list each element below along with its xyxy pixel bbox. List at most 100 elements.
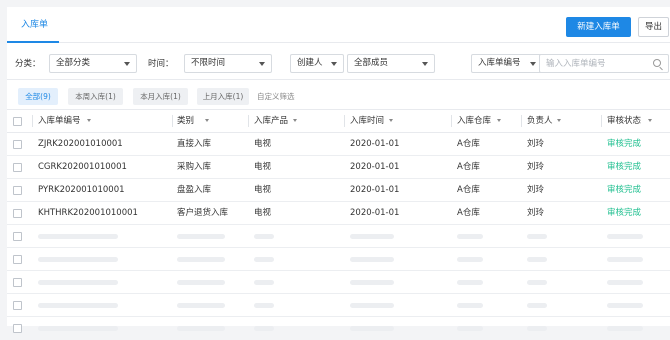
column-header-type[interactable]: 类别 bbox=[177, 110, 194, 132]
placeholder-bar bbox=[607, 280, 643, 285]
cell-type: 客户退货入库 bbox=[177, 208, 229, 218]
new-stock-in-button[interactable]: 新建入库单 bbox=[566, 17, 631, 37]
placeholder-bar bbox=[177, 234, 225, 239]
placeholder-bar bbox=[457, 257, 483, 262]
placeholder-bar bbox=[254, 234, 274, 239]
cell-code[interactable]: CGRK202001010001 bbox=[38, 156, 127, 179]
cell-product: 电视 bbox=[254, 185, 272, 195]
row-checkbox[interactable] bbox=[13, 255, 22, 264]
cell-type: 采购入库 bbox=[177, 162, 212, 172]
search-input[interactable] bbox=[540, 55, 648, 72]
status-badge: 审核完成 bbox=[607, 139, 642, 149]
tab-stock-in[interactable]: 入库单 bbox=[7, 7, 62, 43]
cell-owner: 刘玲 bbox=[527, 208, 545, 218]
sort-icon[interactable] bbox=[648, 119, 652, 122]
placeholder-bar bbox=[607, 303, 643, 308]
placeholder-bar bbox=[350, 234, 394, 239]
cell-code[interactable]: KHTHRK202001010001 bbox=[38, 202, 138, 225]
cell-code[interactable]: PYRK202001010001 bbox=[38, 179, 125, 202]
table-row[interactable]: CGRK202001010001 采购入库 电视 2020-01-01 A仓库 … bbox=[7, 156, 670, 179]
row-checkbox[interactable] bbox=[13, 278, 22, 287]
chevron-down-icon bbox=[422, 62, 428, 66]
cell-type: 直接入库 bbox=[177, 139, 212, 149]
cell-product: 电视 bbox=[254, 208, 272, 218]
cell-owner: 刘玲 bbox=[527, 162, 545, 172]
row-checkbox[interactable] bbox=[13, 140, 22, 149]
cell-code[interactable]: ZJRK202001010001 bbox=[38, 133, 123, 156]
chevron-down-icon bbox=[259, 62, 265, 66]
cell-owner: 刘玲 bbox=[527, 185, 545, 195]
sort-icon[interactable] bbox=[87, 119, 91, 122]
row-checkbox[interactable] bbox=[13, 209, 22, 218]
placeholder-bar bbox=[38, 303, 118, 308]
column-header-owner[interactable]: 负责人 bbox=[527, 110, 553, 132]
category-filter-label: 分类： bbox=[15, 59, 41, 69]
placeholder-bar bbox=[177, 326, 225, 331]
time-select[interactable]: 不限时间 bbox=[184, 54, 272, 73]
category-select-value: 全部分类 bbox=[56, 58, 91, 68]
cell-warehouse: A仓库 bbox=[457, 185, 480, 195]
placeholder-row bbox=[7, 317, 670, 340]
category-select[interactable]: 全部分类 bbox=[49, 54, 137, 73]
sort-icon[interactable] bbox=[497, 119, 501, 122]
tab-active-indicator bbox=[7, 41, 59, 43]
cell-warehouse: A仓库 bbox=[457, 162, 480, 172]
table-header: 入库单编号 类别 入库产品 入库时间 入库仓库 负责人 审核状态 bbox=[7, 109, 670, 133]
placeholder-bar bbox=[527, 257, 547, 262]
table-row[interactable]: PYRK202001010001 盘盈入库 电视 2020-01-01 A仓库 … bbox=[7, 179, 670, 202]
row-checkbox[interactable] bbox=[13, 163, 22, 172]
export-button[interactable]: 导出 bbox=[638, 17, 669, 37]
cell-product: 电视 bbox=[254, 139, 272, 149]
row-checkbox[interactable] bbox=[13, 301, 22, 310]
chevron-down-icon bbox=[331, 62, 337, 66]
placeholder-bar bbox=[527, 303, 547, 308]
column-divider bbox=[248, 115, 249, 127]
row-checkbox[interactable] bbox=[13, 324, 22, 333]
search-icon[interactable] bbox=[653, 59, 661, 67]
chip-this-month[interactable]: 本月入库(1) bbox=[133, 88, 188, 105]
status-badge: 审核完成 bbox=[607, 162, 642, 172]
column-divider bbox=[344, 115, 345, 127]
placeholder-bar bbox=[350, 257, 394, 262]
column-header-status[interactable]: 审核状态 bbox=[607, 110, 641, 132]
placeholder-bar bbox=[254, 257, 274, 262]
column-divider bbox=[172, 115, 173, 127]
row-checkbox[interactable] bbox=[13, 232, 22, 241]
placeholder-bar bbox=[38, 234, 118, 239]
placeholder-bar bbox=[457, 280, 483, 285]
column-divider bbox=[451, 115, 452, 127]
sort-icon[interactable] bbox=[205, 119, 209, 122]
table-row[interactable]: ZJRK202001010001 直接入库 电视 2020-01-01 A仓库 … bbox=[7, 133, 670, 156]
creator-select[interactable]: 创建人 bbox=[290, 54, 344, 73]
placeholder-bar bbox=[254, 326, 274, 331]
column-header-date[interactable]: 入库时间 bbox=[350, 110, 384, 132]
placeholder-bar bbox=[350, 280, 394, 285]
cell-product: 电视 bbox=[254, 162, 272, 172]
cell-owner: 刘玲 bbox=[527, 139, 545, 149]
placeholder-bar bbox=[527, 280, 547, 285]
sort-icon[interactable] bbox=[389, 119, 393, 122]
status-badge: 审核完成 bbox=[607, 208, 642, 218]
sort-icon[interactable] bbox=[293, 119, 297, 122]
chip-all[interactable]: 全部(9) bbox=[18, 88, 58, 105]
search-field-select[interactable]: 入库单编号 bbox=[471, 54, 543, 73]
placeholder-bar bbox=[38, 280, 118, 285]
placeholder-bar bbox=[607, 257, 643, 262]
cell-date: 2020-01-01 bbox=[350, 162, 400, 172]
custom-filter-link[interactable]: 自定义筛选 bbox=[257, 88, 295, 105]
member-select[interactable]: 全部成员 bbox=[347, 54, 435, 73]
table-row[interactable]: KHTHRK202001010001 客户退货入库 电视 2020-01-01 … bbox=[7, 202, 670, 225]
column-header-code[interactable]: 入库单编号 bbox=[38, 110, 81, 132]
placeholder-bar bbox=[254, 303, 274, 308]
row-checkbox[interactable] bbox=[13, 186, 22, 195]
chip-this-week[interactable]: 本周入库(1) bbox=[68, 88, 123, 105]
column-header-product[interactable]: 入库产品 bbox=[254, 110, 288, 132]
column-divider bbox=[32, 115, 33, 127]
sort-icon[interactable] bbox=[557, 119, 561, 122]
chevron-down-icon bbox=[530, 62, 536, 66]
chip-last-month[interactable]: 上月入库(1) bbox=[197, 88, 249, 105]
cell-date: 2020-01-01 bbox=[350, 185, 400, 195]
status-badge: 审核完成 bbox=[607, 185, 642, 195]
column-header-warehouse[interactable]: 入库仓库 bbox=[457, 110, 491, 132]
select-all-checkbox[interactable] bbox=[13, 117, 22, 126]
